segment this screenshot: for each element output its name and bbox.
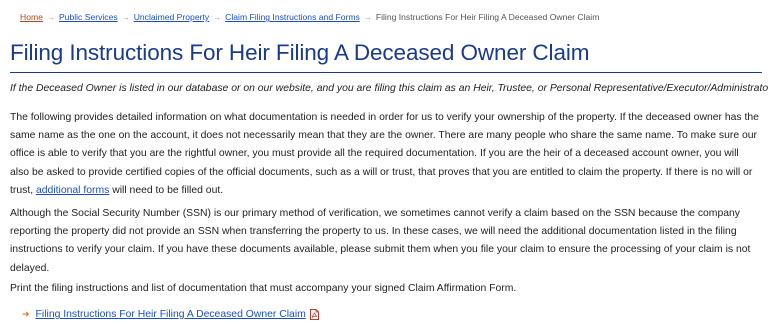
paragraph-ssn: Although the Social Security Number (SSN… bbox=[10, 208, 751, 274]
breadcrumb-separator-icon: → bbox=[121, 13, 130, 22]
breadcrumb-home-link[interactable]: Home bbox=[20, 12, 43, 22]
page: Home → Public Services → Unclaimed Property →… bbox=[0, 0, 768, 324]
breadcrumb-separator-icon: → bbox=[213, 13, 222, 22]
intro-text: If the Deceased Owner is listed in our d… bbox=[10, 83, 768, 94]
breadcrumb-public-services-link[interactable]: Public Services bbox=[59, 12, 118, 22]
pdf-icon[interactable] bbox=[309, 309, 319, 320]
paragraph-print-instructions: Print the filing instructions and list o… bbox=[10, 283, 517, 294]
breadcrumb-current: Filing Instructions For Heir Filing A De… bbox=[375, 12, 600, 22]
breadcrumb-unclaimed-property-link[interactable]: Unclaimed Property bbox=[134, 12, 209, 22]
document-link-item: ➜ Filing Instructions For Heir Filing A … bbox=[22, 309, 319, 320]
paragraph-documentation: The following provides detailed informat… bbox=[10, 109, 760, 200]
page-title: Filing Instructions For Heir Filing A De… bbox=[10, 40, 590, 65]
title-divider bbox=[10, 72, 762, 73]
paragraph-documentation-text: The following provides detailed informat… bbox=[10, 112, 759, 196]
additional-forms-link[interactable]: additional forms bbox=[36, 185, 109, 196]
arrow-icon: ➜ bbox=[22, 309, 30, 319]
breadcrumb-separator-icon: → bbox=[46, 13, 55, 22]
filing-instructions-pdf-link[interactable]: Filing Instructions For Heir Filing A De… bbox=[36, 309, 306, 320]
breadcrumb-separator-icon: → bbox=[363, 13, 372, 22]
breadcrumb: Home → Public Services → Unclaimed Property →… bbox=[20, 12, 599, 22]
paragraph-documentation-tail: will need to be filled out. bbox=[109, 184, 224, 196]
breadcrumb-claim-filing-link[interactable]: Claim Filing Instructions and Forms bbox=[225, 12, 360, 22]
